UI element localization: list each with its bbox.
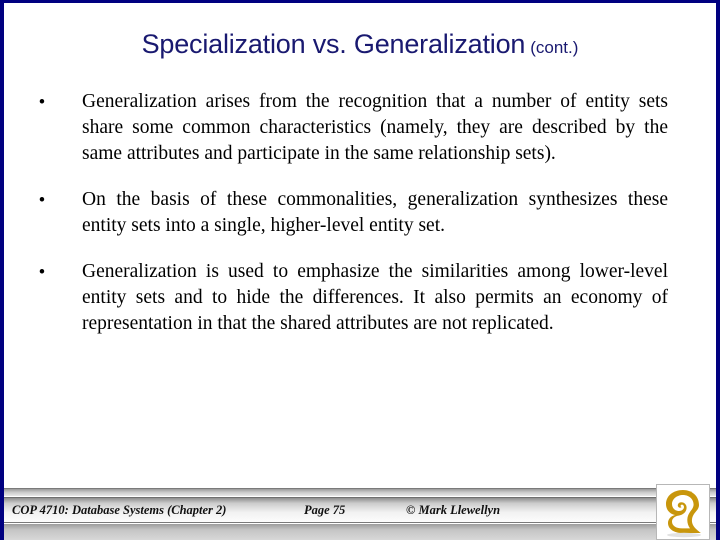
slide: Specialization vs. Generalization (cont.)… [0,0,720,540]
list-item-text: Generalization is used to emphasize the … [82,261,668,334]
footer-copyright: © Mark Llewellyn [406,503,501,517]
title-main-text: Specialization vs. Generalization [141,29,526,59]
ucf-pegasus-logo [656,484,710,540]
list-item: • Generalization arises from the recogni… [30,89,668,167]
pegasus-icon [657,485,709,539]
footer-divider-bottom [4,524,716,540]
bullet-point-icon: • [38,92,46,113]
title-continuation-label: (cont.) [530,38,579,57]
footer-page-number: Page 75 [304,503,346,517]
slide-footer: COP 4710: Database Systems (Chapter 2) P… [4,484,716,540]
bullet-list: • Generalization arises from the recogni… [30,89,668,357]
bullet-point-icon: • [38,262,46,283]
bullet-point-icon: • [38,190,46,211]
list-item: • On the basis of these commonalities, g… [30,187,668,239]
list-item-text: On the basis of these commonalities, gen… [82,189,668,236]
footer-divider-top [4,488,716,496]
list-item-text: Generalization arises from the recogniti… [82,91,668,164]
page-title: Specialization vs. Generalization (cont.) [4,29,716,60]
footer-course-label: COP 4710: Database Systems (Chapter 2) [12,503,227,517]
list-item: • Generalization is used to emphasize th… [30,259,668,337]
